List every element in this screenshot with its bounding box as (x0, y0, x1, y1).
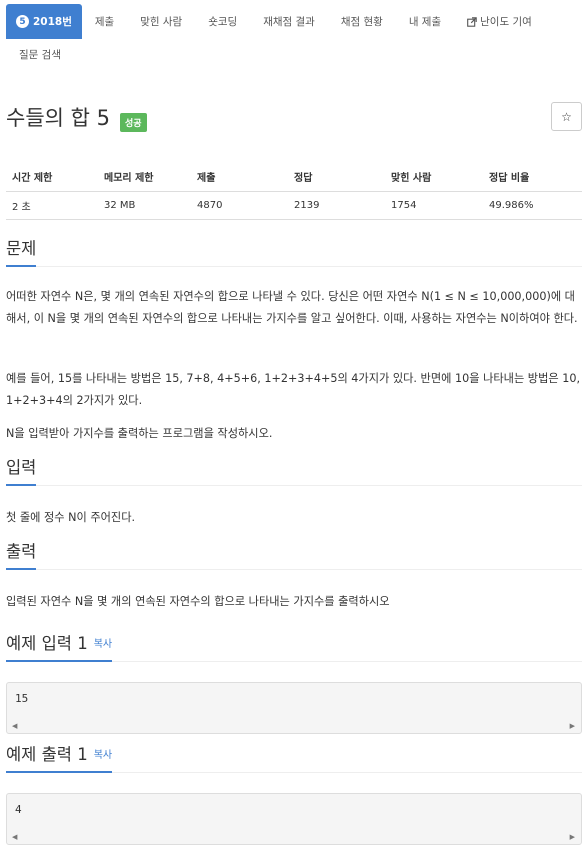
input-heading: 입력 (6, 454, 37, 486)
output-description: 입력된 자연수 N을 몇 개의 연속된 자연수의 합으로 나타내는 가지수를 출… (6, 595, 390, 608)
table-header-row: 시간 제한 메모리 제한 제출 정답 맞힌 사람 정답 비율 (6, 163, 582, 192)
tab-judge-status[interactable]: 채점 현황 (328, 4, 396, 39)
description-paragraph-2: 예를 들어, 15를 나타내는 방법은 15, 7+8, 4+5+6, 1+2+… (6, 372, 581, 407)
nav-row: 5 2018번 제출 맞힌 사람 숏코딩 재채점 결과 채점 현황 내 제출 난… (6, 4, 545, 39)
tab-problem-label: 2018번 (33, 16, 72, 28)
star-icon: ☆ (561, 109, 572, 124)
problem-title: 수들의 합 5 (6, 106, 110, 130)
output-heading: 출력 (6, 538, 37, 570)
header-ratio: 정답 비율 (483, 163, 582, 192)
input-section-header: 입력 (6, 456, 582, 486)
tab-my-submissions[interactable]: 내 제출 (396, 4, 454, 39)
tab-difficulty-contribution[interactable]: 난이도 기여 (454, 4, 545, 39)
description-paragraph-1: 어떠한 자연수 N은, 몇 개의 연속된 자연수의 합으로 나타낼 수 있다. … (6, 290, 578, 325)
sample-output-title: 예제 출력 1 (6, 745, 88, 764)
accepted-value: 2139 (288, 191, 385, 220)
scroll-left-icon[interactable]: ◀ (12, 722, 17, 730)
problem-header: 수들의 합 5 성공 ☆ (6, 100, 582, 134)
header-time-limit: 시간 제한 (6, 163, 98, 192)
level-badge-icon: 5 (16, 15, 29, 28)
description-paragraph-3: N을 입력받아 가지수를 출력하는 프로그램을 작성하시오. (6, 427, 273, 440)
time-limit-value: 2 초 (6, 191, 98, 220)
problem-nav: 5 2018번 제출 맞힌 사람 숏코딩 재채점 결과 채점 현황 내 제출 난… (0, 0, 587, 72)
header-memory-limit: 메모리 제한 (98, 163, 191, 192)
input-description: 첫 줄에 정수 N이 주어진다. (6, 511, 136, 524)
tab-submit[interactable]: 제출 (82, 4, 127, 39)
sample-input-section-header: 예제 입력 1 복사 (6, 632, 582, 662)
tab-short-coding[interactable]: 숏코딩 (195, 4, 250, 39)
nav-row-2: 질문 검색 (6, 37, 74, 72)
tab-problem[interactable]: 5 2018번 (6, 4, 82, 39)
submissions-value[interactable]: 4870 (191, 191, 288, 220)
status-badge: 성공 (120, 113, 147, 132)
description-section-header: 문제 (6, 237, 582, 267)
solvers-value[interactable]: 1754 (385, 191, 483, 220)
tab-rejudge-results[interactable]: 재채점 결과 (250, 4, 328, 39)
sample-output-code: 4 (15, 803, 22, 816)
ratio-value: 49.986% (483, 191, 582, 220)
table-row: 2 초 32 MB 4870 2139 1754 49.986% (6, 191, 582, 220)
sample-input-heading: 예제 입력 1 복사 (6, 630, 113, 662)
external-link-icon (467, 16, 477, 27)
copy-sample-input-button[interactable]: 복사 (94, 639, 112, 650)
sample-output-section-header: 예제 출력 1 복사 (6, 743, 582, 773)
scroll-left-icon[interactable]: ◀ (12, 833, 17, 841)
sample-output-heading: 예제 출력 1 복사 (6, 741, 113, 773)
output-section-header: 출력 (6, 540, 582, 570)
header-accepted: 정답 (288, 163, 385, 192)
copy-sample-output-button[interactable]: 복사 (94, 750, 112, 761)
sample-input-title: 예제 입력 1 (6, 634, 88, 653)
tab-difficulty-label: 난이도 기여 (480, 16, 532, 28)
favorite-button[interactable]: ☆ (551, 102, 582, 131)
sample-input-code: 15 (15, 692, 29, 705)
problem-info-table: 시간 제한 메모리 제한 제출 정답 맞힌 사람 정답 비율 2 초 32 MB… (6, 163, 582, 220)
sample-output-box: 4 ◀ ▶ (6, 793, 582, 845)
header-submissions: 제출 (191, 163, 288, 192)
scroll-right-icon[interactable]: ▶ (570, 722, 575, 730)
sample-input-box: 15 ◀ ▶ (6, 682, 582, 734)
description-heading: 문제 (6, 235, 37, 267)
scroll-right-icon[interactable]: ▶ (570, 833, 575, 841)
memory-limit-value: 32 MB (98, 191, 191, 220)
tab-solvers[interactable]: 맞힌 사람 (127, 4, 195, 39)
tab-question-search[interactable]: 질문 검색 (6, 37, 74, 72)
header-solvers: 맞힌 사람 (385, 163, 483, 192)
